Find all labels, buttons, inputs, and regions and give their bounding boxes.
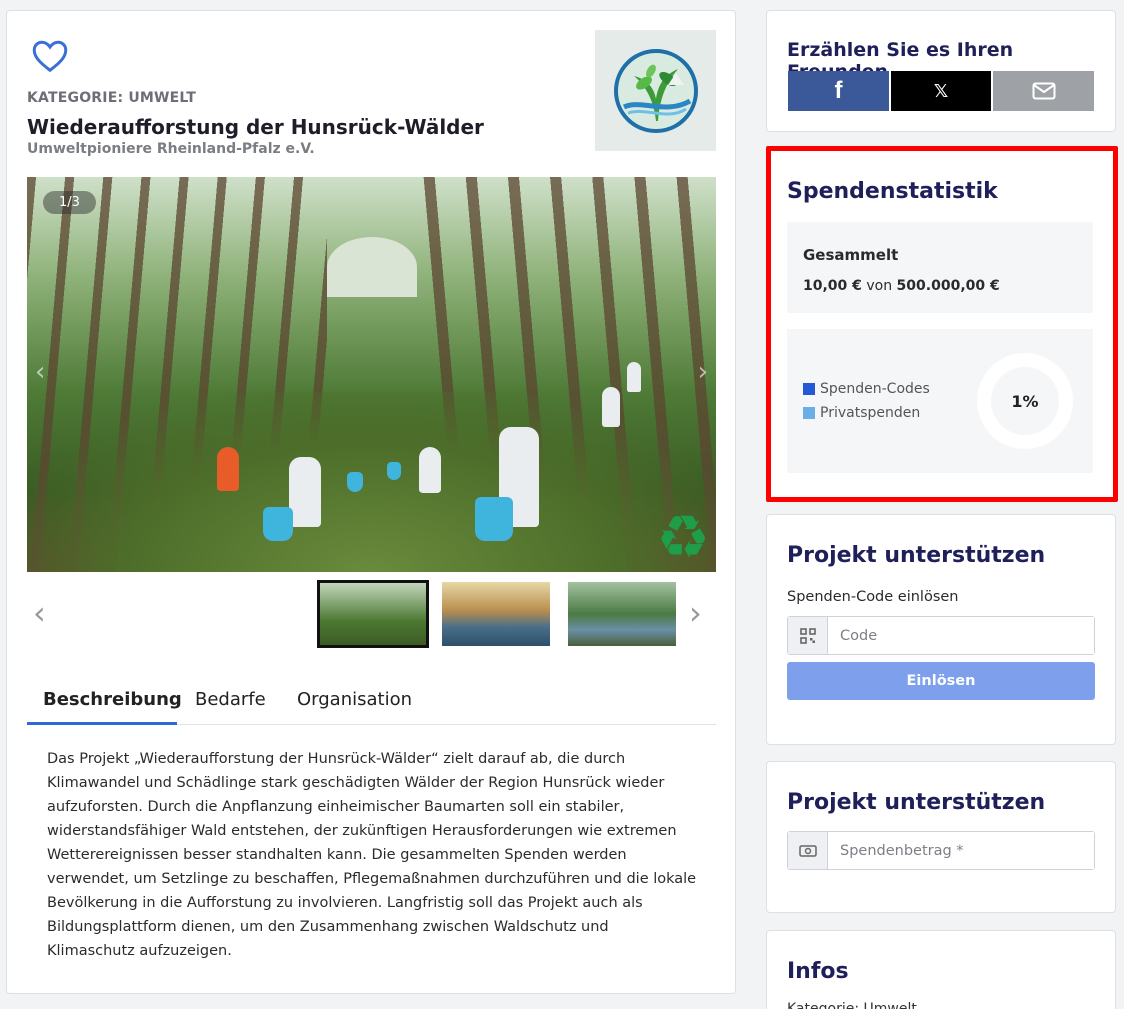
code-input-group	[787, 616, 1095, 655]
donut-percent: 1%	[1011, 391, 1039, 411]
collected-label: Gesammelt	[803, 246, 899, 264]
active-tab-indicator	[27, 722, 177, 725]
amount-input[interactable]	[828, 832, 1094, 869]
project-description: Das Projekt „Wiederaufforstung der Hunsr…	[47, 751, 697, 959]
facebook-icon: f	[834, 77, 843, 104]
legend-spenden-codes[interactable]: Spenden-Codes	[803, 381, 930, 397]
share-card: Erzählen Sie es Ihren Freunden f 𝕏	[766, 10, 1116, 132]
amount-input-group	[787, 831, 1095, 870]
legend-label: Spenden-Codes	[820, 381, 930, 397]
project-title: Wiederaufforstung der Hunsrück-Wälder	[27, 115, 484, 139]
info-category: Kategorie: Umwelt	[787, 1001, 917, 1009]
carousel-next-arrow[interactable]: ›	[698, 357, 708, 387]
donate-card: Projekt unterstützen	[766, 761, 1116, 913]
legend-privatspenden[interactable]: Privatspenden	[803, 405, 920, 421]
redeem-button[interactable]: Einlösen	[787, 662, 1095, 700]
thumbnail-3[interactable]	[568, 582, 676, 646]
organization-logo	[595, 30, 716, 151]
legend-swatch	[803, 383, 815, 395]
share-facebook-button[interactable]: f	[788, 71, 889, 111]
redeem-card: Projekt unterstützen Spenden-Code einlös…	[766, 514, 1116, 745]
thumbnail-prev-arrow[interactable]: ‹	[33, 594, 46, 632]
thumbnail-next-arrow[interactable]: ›	[689, 594, 702, 632]
tab-beschreibung[interactable]: Beschreibung	[43, 689, 182, 710]
heart-icon[interactable]	[32, 39, 72, 75]
share-x-button[interactable]: 𝕏	[891, 71, 991, 111]
legend-label: Privatspenden	[820, 405, 921, 421]
code-input[interactable]	[828, 617, 1094, 654]
money-icon	[788, 832, 828, 869]
tab-bedarfe[interactable]: Bedarfe	[195, 689, 266, 710]
collected-von: von	[866, 278, 893, 294]
redeem-field-label: Spenden-Code einlösen	[787, 589, 959, 605]
thumbnail-1[interactable]	[317, 580, 429, 648]
share-email-button[interactable]	[993, 71, 1094, 111]
project-category: KATEGORIE: UMWELT	[27, 90, 196, 106]
stats-title: Spendenstatistik	[787, 179, 998, 204]
donate-title: Projekt unterstützen	[787, 790, 1046, 815]
donation-chart: Spenden-Codes Privatspenden 1%	[787, 329, 1093, 473]
tab-organisation[interactable]: Organisation	[297, 689, 412, 710]
carousel-prev-arrow[interactable]: ‹	[35, 357, 45, 387]
legend-swatch	[803, 407, 815, 419]
envelope-icon	[1032, 82, 1055, 100]
leaf-logo-icon	[613, 48, 698, 133]
collected-box: Gesammelt 10,00 € von 500.000,00 €	[787, 222, 1093, 313]
project-image-carousel[interactable]: ♻ 1/3 ‹ ›	[27, 177, 716, 572]
redeem-title: Projekt unterstützen	[787, 543, 1046, 568]
qr-code-icon	[788, 617, 828, 654]
thumbnail-2[interactable]	[442, 582, 550, 646]
x-icon: 𝕏	[933, 80, 949, 102]
infos-card: Infos Kategorie: Umwelt	[766, 930, 1116, 1009]
goal-amount: 500.000,00 €	[896, 278, 1000, 294]
recycle-icon: ♻	[656, 503, 710, 572]
project-tabs: Beschreibung Bedarfe Organisation	[27, 677, 716, 725]
donation-stats-card: Spendenstatistik Gesammelt 10,00 € von 5…	[766, 146, 1118, 502]
thumbnail-strip: ‹ ›	[27, 578, 716, 650]
project-card: KATEGORIE: UMWELT Wiederaufforstung der …	[6, 10, 736, 994]
collected-value: 10,00 € von 500.000,00 €	[803, 278, 1000, 294]
infos-title: Infos	[787, 959, 849, 984]
project-organization[interactable]: Umweltpioniere Rheinland-Pfalz e.V.	[27, 141, 315, 157]
collected-amount: 10,00 €	[803, 278, 862, 294]
image-counter: 1/3	[43, 191, 96, 214]
